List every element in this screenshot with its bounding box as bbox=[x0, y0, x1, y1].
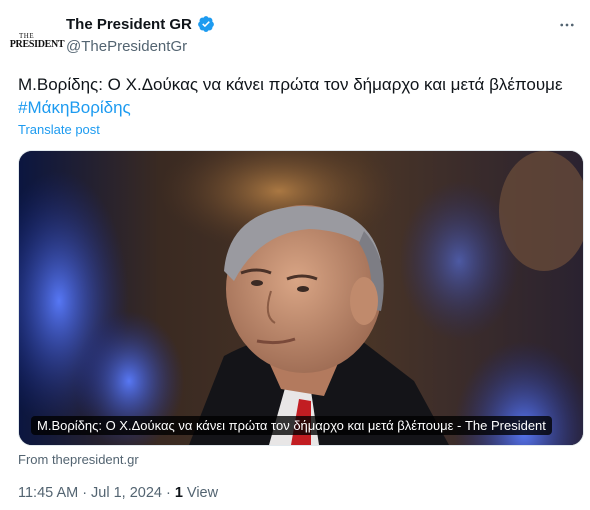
separator: · bbox=[166, 485, 171, 501]
tweet-card[interactable]: THE PRESIDENT The President GR @ThePresi… bbox=[0, 0, 590, 510]
tweet-text: Μ.Βορίδης: Ο Χ.Δούκας να κάνει πρώτα τον… bbox=[18, 73, 578, 119]
views-label: View bbox=[186, 485, 219, 501]
hashtag-link[interactable]: #ΜάκηΒορίδης bbox=[18, 96, 578, 119]
link-card-image[interactable]: Μ.Βορίδης: Ο Χ.Δούκας να κάνει πρώτα τον… bbox=[18, 150, 584, 446]
link-source-text[interactable]: From thepresident.gr bbox=[18, 452, 139, 467]
avatar[interactable]: THE PRESIDENT bbox=[10, 20, 65, 62]
separator: · bbox=[82, 485, 88, 501]
more-options-button[interactable] bbox=[556, 14, 578, 36]
author-display-name[interactable]: The President GR bbox=[66, 16, 192, 33]
avatar-logo-line2: PRESIDENT bbox=[9, 38, 65, 50]
tweet-metadata: 11:45 AM · Jul 1, 2024 · 1 View bbox=[18, 485, 218, 501]
article-photo bbox=[19, 151, 583, 445]
author-name-row[interactable]: The President GR bbox=[66, 15, 215, 33]
verified-badge-icon[interactable] bbox=[197, 15, 215, 33]
link-source[interactable]: From thepresident.gr bbox=[18, 452, 139, 467]
link-card-title[interactable]: Μ.Βορίδης: Ο Χ.Δούκας να κάνει πρώτα τον… bbox=[31, 416, 552, 435]
tweet-time[interactable]: 11:45 AM bbox=[18, 485, 78, 501]
author-handle[interactable]: @ThePresidentGr bbox=[66, 38, 187, 55]
translate-post-link[interactable]: Translate post bbox=[18, 122, 100, 137]
more-horizontal-icon bbox=[560, 23, 574, 27]
views-count: 1 bbox=[174, 485, 183, 501]
tweet-date[interactable]: Jul 1, 2024 bbox=[91, 485, 162, 501]
tweet-body: Μ.Βορίδης: Ο Χ.Δούκας να κάνει πρώτα τον… bbox=[18, 75, 563, 94]
